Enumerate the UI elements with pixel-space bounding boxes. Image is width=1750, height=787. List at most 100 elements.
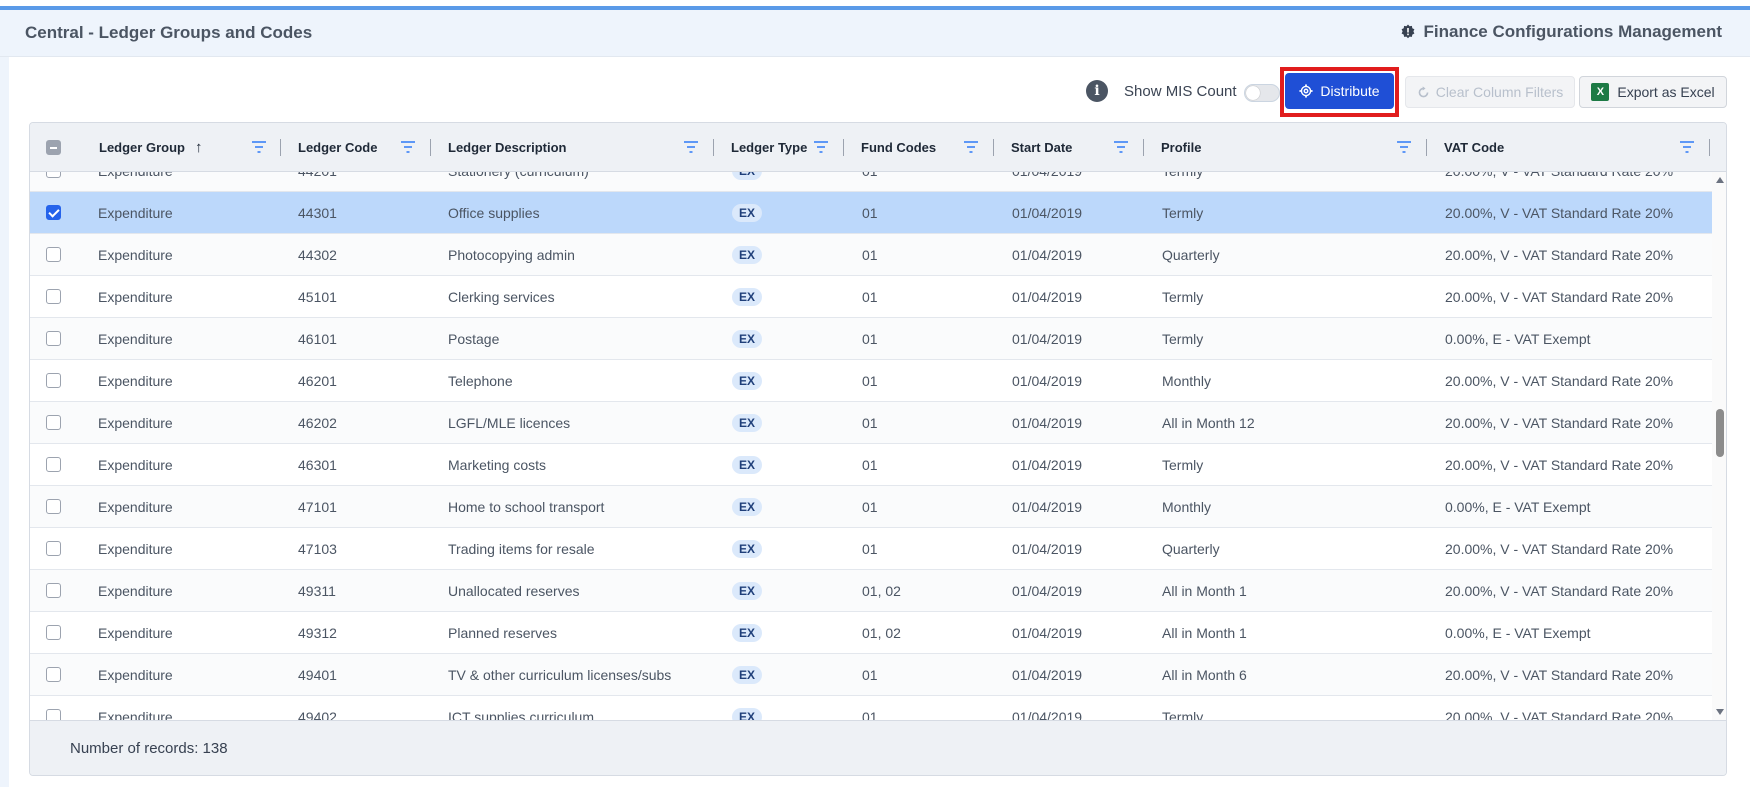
header-ledger-code[interactable]: Ledger Code	[298, 123, 377, 172]
column-separator[interactable]	[430, 139, 431, 156]
cell-ledger-type: EX	[732, 192, 763, 234]
filter-icon[interactable]	[401, 141, 415, 153]
cell-ledger-code: 44302	[298, 247, 337, 263]
cell-vat-code: 20.00%, V - VAT Standard Rate 20%	[1445, 247, 1674, 263]
row-checkbox[interactable]	[46, 415, 61, 430]
header-profile[interactable]: Profile	[1161, 123, 1201, 172]
cell-ledger-code: 46201	[298, 373, 337, 389]
cell-ledger-description: Office supplies	[448, 205, 540, 221]
row-checkbox[interactable]	[46, 583, 61, 598]
cell-ledger-description: Trading items for resale	[448, 541, 595, 557]
row-checkbox[interactable]	[46, 667, 61, 682]
cell-fund-codes: 01	[862, 457, 878, 473]
column-separator[interactable]	[1143, 139, 1144, 156]
row-checkbox[interactable]	[46, 499, 61, 514]
column-separator[interactable]	[280, 139, 281, 156]
table-row[interactable]: Expenditure 44201 Stationery (curriculum) E…	[30, 172, 1712, 192]
toolbar: i Show MIS Count Distribute Clear Column…	[0, 67, 1750, 117]
header-ledger-type[interactable]: Ledger Type	[731, 123, 807, 172]
cell-ledger-type: EX	[732, 486, 763, 528]
row-checkbox[interactable]	[46, 331, 61, 346]
table-row[interactable]: Expenditure 44302 Photocopying admin EX 01 01…	[30, 234, 1712, 276]
table-row[interactable]: Expenditure 46201 Telephone EX 01 01/04/2019 M…	[30, 360, 1712, 402]
row-checkbox[interactable]	[46, 457, 61, 472]
header-ledger-description[interactable]: Ledger Description	[448, 123, 566, 172]
cell-ledger-type: EX	[732, 570, 763, 612]
cell-ledger-group: Expenditure	[98, 709, 173, 720]
header-vat-code[interactable]: VAT Code	[1444, 123, 1504, 172]
cell-fund-codes: 01	[862, 499, 878, 515]
page-title: Central - Ledger Groups and Codes	[25, 23, 313, 42]
row-checkbox[interactable]	[46, 247, 61, 262]
table-row[interactable]: Expenditure 47101 Home to school transport…	[30, 486, 1712, 528]
column-separator[interactable]	[713, 139, 714, 156]
clear-column-filters-button[interactable]: Clear Column Filters	[1405, 76, 1575, 108]
sort-ascending-icon[interactable]: ↑	[195, 139, 203, 156]
row-checkbox[interactable]	[46, 205, 61, 220]
table-row[interactable]: Expenditure 49311 Unallocated reserves EX 01…	[30, 570, 1712, 612]
scroll-up-arrow[interactable]	[1716, 177, 1724, 183]
cell-profile: All in Month 1	[1162, 583, 1247, 599]
filter-icon[interactable]	[1397, 141, 1411, 153]
cell-profile: All in Month 1	[1162, 625, 1247, 641]
table-row[interactable]: Expenditure 45101 Clerking services EX 01 01/…	[30, 276, 1712, 318]
row-checkbox[interactable]	[46, 709, 61, 720]
ledger-type-badge: EX	[732, 540, 763, 558]
cell-ledger-group: Expenditure	[98, 457, 173, 473]
header-ledger-group[interactable]: Ledger Group ↑	[99, 123, 202, 172]
filter-icon[interactable]	[252, 141, 266, 153]
table-row[interactable]: Expenditure 46301 Marketing costs EX 01 01/04…	[30, 444, 1712, 486]
cell-fund-codes: 01	[862, 415, 878, 431]
distribute-button[interactable]: Distribute	[1285, 73, 1394, 109]
cell-start-date: 01/04/2019	[1012, 457, 1083, 473]
cell-ledger-description: Stationery (curriculum)	[448, 172, 589, 192]
header-fund-codes[interactable]: Fund Codes	[861, 123, 936, 172]
table-row[interactable]: Expenditure 47103 Trading items for resale…	[30, 528, 1712, 570]
column-separator[interactable]	[1426, 139, 1427, 156]
cell-ledger-code: 49312	[298, 625, 337, 641]
refresh-icon	[1418, 85, 1429, 97]
select-all-checkbox[interactable]	[46, 140, 61, 155]
table-row[interactable]: Expenditure 49401 TV & other curriculum li…	[30, 654, 1712, 696]
column-separator[interactable]	[1709, 139, 1710, 156]
export-excel-button[interactable]: X Export as Excel	[1579, 76, 1727, 108]
cell-profile: All in Month 6	[1162, 667, 1247, 683]
ledger-type-badge: EX	[732, 582, 763, 600]
filter-icon[interactable]	[1680, 141, 1694, 153]
table-row[interactable]: Expenditure 49312 Planned reserves EX 01, 02…	[30, 612, 1712, 654]
cell-fund-codes: 01	[862, 289, 878, 305]
column-separator[interactable]	[993, 139, 994, 156]
row-checkbox[interactable]	[46, 289, 61, 304]
record-count: Number of records: 138	[70, 740, 228, 757]
cell-ledger-type: EX	[732, 276, 763, 318]
row-checkbox[interactable]	[46, 625, 61, 640]
row-checkbox[interactable]	[46, 541, 61, 556]
table-row[interactable]: Expenditure 46202 LGFL/MLE licences EX 01 01/…	[30, 402, 1712, 444]
filter-icon[interactable]	[684, 141, 698, 153]
scroll-thumb[interactable]	[1716, 409, 1724, 457]
cell-start-date: 01/04/2019	[1012, 415, 1083, 431]
column-separator[interactable]	[843, 139, 844, 156]
filter-icon[interactable]	[814, 141, 828, 153]
table-row[interactable]: Expenditure 44301 Office supplies EX 01 01/04…	[30, 192, 1712, 234]
row-checkbox[interactable]	[46, 373, 61, 388]
header-start-date[interactable]: Start Date	[1011, 123, 1072, 172]
mis-count-toggle[interactable]	[1244, 84, 1280, 102]
cell-ledger-code: 46101	[298, 331, 337, 347]
ledger-type-badge: EX	[732, 708, 763, 720]
filter-icon[interactable]	[964, 141, 978, 153]
cell-ledger-group: Expenditure	[98, 415, 173, 431]
info-icon[interactable]: i	[1086, 80, 1108, 102]
row-checkbox[interactable]	[46, 172, 61, 178]
mis-count-label: Show MIS Count	[1124, 83, 1237, 100]
cell-ledger-group: Expenditure	[98, 172, 173, 192]
table-row[interactable]: Expenditure 46101 Postage EX 01 01/04/2019 Ter…	[30, 318, 1712, 360]
cell-profile: Quarterly	[1162, 541, 1220, 557]
filter-icon[interactable]	[1114, 141, 1128, 153]
cell-start-date: 01/04/2019	[1012, 205, 1083, 221]
cell-profile: Monthly	[1162, 499, 1212, 515]
vertical-scrollbar[interactable]	[1712, 172, 1726, 720]
scroll-down-arrow[interactable]	[1716, 709, 1724, 715]
cell-start-date: 01/04/2019	[1012, 667, 1083, 683]
table-row[interactable]: Expenditure 49402 ICT supplies curriculum E…	[30, 696, 1712, 720]
